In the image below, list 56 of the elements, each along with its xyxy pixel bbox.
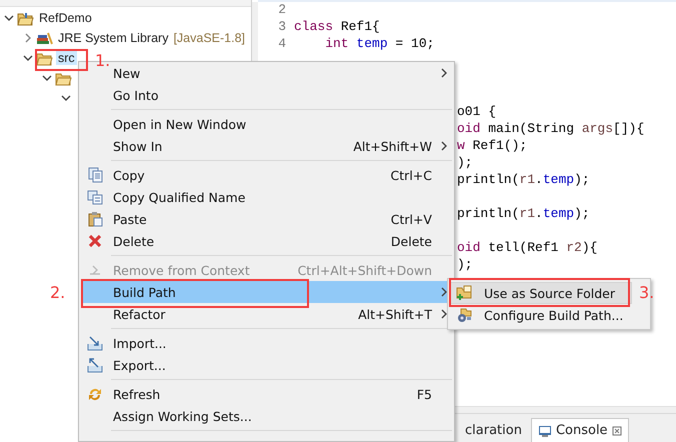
line-number: 3 [277,19,287,36]
folder-icon [36,50,53,66]
menu-item[interactable]: Import... [81,332,452,354]
step-label: 3. [639,283,654,302]
tree-item[interactable]: RefDemo [37,11,94,25]
chevron-right-icon[interactable] [23,33,33,43]
menu-item[interactable]: Copy Qualified Name [81,186,452,208]
monitor-icon [538,424,552,438]
line-number: 4 [277,36,287,53]
import-icon [87,335,103,351]
copy-icon [87,189,103,205]
code-line: int temp = 10; [324,36,434,53]
menu-item[interactable]: Delete Delete [81,230,452,252]
menu-item[interactable]: Refresh F5 [81,383,452,405]
chevron-down-icon[interactable] [61,93,71,103]
menu-item[interactable]: Configure Build Path... [450,304,632,326]
chevron-down-icon[interactable] [4,13,14,23]
copy-icon [87,167,103,183]
code-line: oid main(String args[]){ [457,121,644,138]
delete-icon [87,233,103,249]
menu-item[interactable]: Use as Source Folder [450,282,632,304]
menu-item[interactable]: Show In Alt+Shift+W [81,135,452,157]
code-line: println(r1.temp); [457,172,590,189]
gear-folder-icon [456,307,472,323]
code-line: println(r1.temp); [457,206,590,223]
menu-item[interactable]: Assign Working Sets... [81,405,452,427]
refresh-icon [87,386,103,402]
books-icon [36,30,53,46]
menu-item[interactable]: Open in New Window [81,113,452,135]
code-line: ); [457,257,473,274]
line-number: 2 [277,2,287,19]
chevron-down-icon[interactable] [42,73,52,83]
code-line: class Ref1{ [294,19,380,36]
library-version: [JavaSE-1.8] [173,31,246,45]
step-label: 2. [50,283,66,302]
highlight-box [35,49,88,71]
project-folder-icon [17,10,34,26]
menu-item[interactable]: Copy Ctrl+C [81,164,452,186]
code-line: ); [457,155,473,172]
tree-item[interactable]: src [56,51,77,65]
close-icon[interactable] [612,426,622,436]
step-label: 1. [95,51,110,70]
chevron-down-icon[interactable] [23,53,33,63]
folder-plus-icon [456,285,472,301]
clipboard-icon [87,211,103,227]
view-tab[interactable]: Console [530,418,629,442]
tree-item[interactable]: JRE System Library [56,31,170,45]
menu-item[interactable]: Paste Ctrl+V [81,208,452,230]
folder-icon [55,70,72,86]
export-icon [87,357,103,373]
code-line: w Ref1(); [457,138,528,155]
view-tab[interactable]: claration [458,418,529,442]
code-line: o01 { [457,104,496,121]
menu-item[interactable]: Go Into [81,84,452,106]
code-line: oid tell(Ref1 r2){ [457,240,598,257]
menu-item[interactable]: Export... [81,354,452,376]
